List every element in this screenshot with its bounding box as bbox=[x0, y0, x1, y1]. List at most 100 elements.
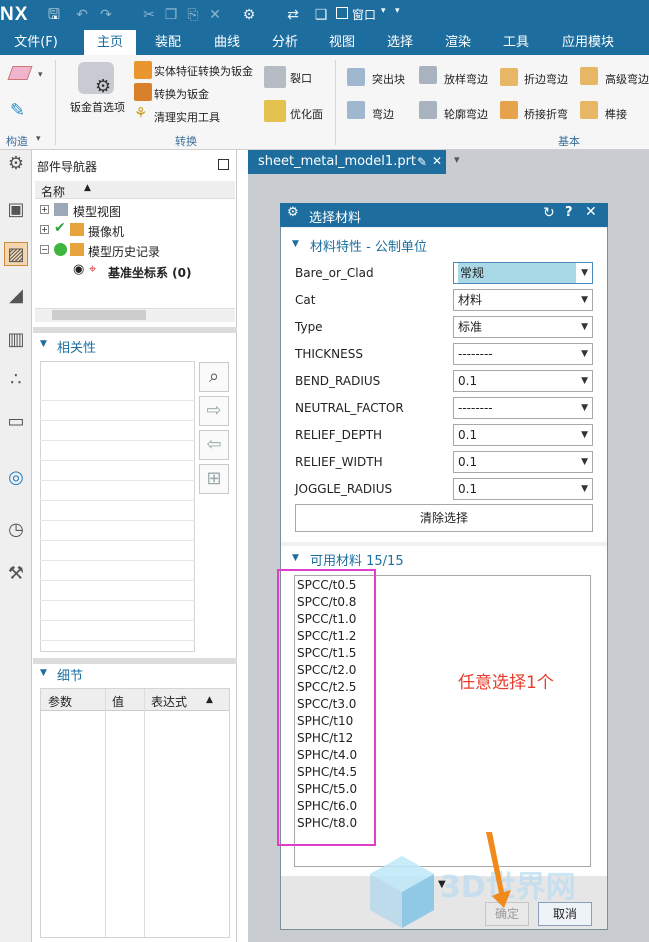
advanced-flange-button[interactable]: 高级弯边 bbox=[605, 71, 649, 87]
menu-application[interactable]: 应用模块 bbox=[553, 30, 623, 55]
window-menu[interactable]: 窗口 bbox=[352, 6, 376, 23]
clear-selection-button[interactable]: 清除选择 bbox=[295, 504, 593, 532]
bare-or-clad-select[interactable]: 常规 ▼ bbox=[453, 262, 593, 284]
relief-depth-select[interactable]: 0.1 ▼ bbox=[453, 424, 593, 446]
collapse-section-icon[interactable]: ▼ bbox=[292, 239, 299, 249]
tab-button[interactable]: 突出块 bbox=[372, 71, 405, 87]
expand-icon[interactable]: + bbox=[40, 225, 49, 234]
tab-icon[interactable] bbox=[347, 68, 365, 86]
convert-solid-button[interactable]: 实体特征转换为钣金 bbox=[154, 63, 253, 79]
sort-up-icon[interactable]: ▲ bbox=[206, 695, 213, 705]
joggle-radius-select[interactable]: 0.1 ▼ bbox=[453, 478, 593, 500]
bend-radius-select[interactable]: 0.1 ▼ bbox=[453, 370, 593, 392]
relevance-section-title[interactable]: 相关性 bbox=[57, 337, 96, 356]
flange-button[interactable]: 弯边 bbox=[372, 106, 394, 122]
panel-splitter[interactable] bbox=[33, 327, 237, 333]
tab-pin-icon[interactable]: ✎ bbox=[417, 155, 427, 169]
bridge-bend-button[interactable]: 桥接折弯 bbox=[524, 106, 568, 122]
collapse-icon[interactable]: − bbox=[40, 245, 49, 254]
details-section-title[interactable]: 细节 bbox=[57, 665, 83, 684]
arrow-right-icon[interactable]: ⇨ bbox=[199, 396, 229, 426]
contour-flange-icon[interactable] bbox=[419, 101, 437, 119]
optimize-face-icon[interactable] bbox=[264, 100, 286, 122]
save-icon[interactable]: 🖫 bbox=[45, 6, 63, 24]
hem-flange-button[interactable]: 折边弯边 bbox=[524, 71, 568, 87]
neutral-factor-select[interactable]: -------- ▼ bbox=[453, 397, 593, 419]
toolbar-overflow-icon[interactable]: ▾ bbox=[395, 6, 400, 16]
copy-icon[interactable]: ❐ bbox=[162, 6, 180, 24]
broom-icon[interactable]: ⚘ bbox=[134, 104, 147, 122]
convert-sheet-button[interactable]: 转换为钣金 bbox=[154, 86, 209, 102]
hd3d-tools-icon[interactable]: ▭ bbox=[4, 410, 28, 434]
menu-analysis[interactable]: 分析 bbox=[260, 30, 310, 55]
history-icon[interactable]: ∴ bbox=[4, 368, 28, 392]
tree-datum-csys[interactable]: 基准坐标系 (0) bbox=[108, 264, 192, 281]
expand-icon[interactable]: + bbox=[40, 205, 49, 214]
menu-curve[interactable]: 曲线 bbox=[202, 30, 252, 55]
expression-column[interactable]: 表达式 bbox=[151, 693, 187, 710]
collapse-section-icon[interactable]: ▼ bbox=[40, 668, 47, 678]
rip-icon[interactable] bbox=[264, 66, 286, 88]
redo-icon[interactable]: ↷ bbox=[97, 6, 115, 24]
collapse-section-icon[interactable]: ▼ bbox=[292, 553, 299, 563]
tenon-icon[interactable] bbox=[580, 101, 598, 119]
panel-splitter[interactable] bbox=[33, 658, 237, 664]
repeat-command-icon[interactable]: ⇄ bbox=[284, 6, 302, 24]
available-section-title[interactable]: 可用材料 15/15 bbox=[310, 550, 404, 569]
search-icon[interactable]: ⌕ bbox=[199, 362, 229, 392]
help-icon[interactable]: ? bbox=[565, 205, 573, 220]
dialog-close-icon[interactable]: ✕ bbox=[585, 204, 597, 220]
menu-assembly[interactable]: 装配 bbox=[143, 30, 193, 55]
arrow-left-icon[interactable]: ⇦ bbox=[199, 430, 229, 460]
window-switch-icon[interactable]: ❑ bbox=[312, 6, 330, 24]
lofted-flange-icon[interactable] bbox=[419, 66, 437, 84]
flange-icon[interactable] bbox=[347, 101, 365, 119]
contour-flange-button[interactable]: 轮廓弯边 bbox=[444, 106, 488, 122]
hem-flange-icon[interactable] bbox=[500, 68, 518, 86]
menu-file[interactable]: 文件(F) bbox=[6, 30, 66, 55]
tenon-button[interactable]: 榫接 bbox=[605, 106, 627, 122]
add-icon[interactable]: ⊞ bbox=[199, 464, 229, 494]
constraint-navigator-icon[interactable]: ◢ bbox=[4, 284, 28, 308]
optimize-face-button[interactable]: 优化面 bbox=[290, 106, 323, 122]
tree-model-views[interactable]: 模型视图 bbox=[73, 203, 121, 220]
reset-icon[interactable]: ↻ bbox=[543, 205, 555, 221]
tab-close-icon[interactable]: ✕ bbox=[432, 154, 442, 168]
bridge-bend-icon[interactable] bbox=[500, 101, 518, 119]
lofted-flange-button[interactable]: 放样弯边 bbox=[444, 71, 488, 87]
group-construct-arrow-icon[interactable]: ▾ bbox=[36, 134, 41, 144]
settings-gear-icon[interactable]: ⚙ bbox=[4, 152, 28, 176]
settings-icon[interactable]: ⚙ bbox=[240, 6, 258, 24]
sketch-dropdown-icon[interactable]: ▾ bbox=[38, 70, 43, 80]
tree-cameras[interactable]: 摄像机 bbox=[88, 223, 124, 240]
advanced-flange-icon[interactable] bbox=[580, 67, 598, 85]
menu-tools[interactable]: 工具 bbox=[491, 30, 541, 55]
menu-home[interactable]: 主页 bbox=[84, 30, 136, 55]
param-column[interactable]: 参数 bbox=[48, 693, 72, 710]
menu-render[interactable]: 渲染 bbox=[433, 30, 483, 55]
sheet-metal-prefs-button[interactable]: 钣金首选项 bbox=[70, 99, 125, 115]
type-select[interactable]: 标准 ▼ bbox=[453, 316, 593, 338]
cleanup-utility-button[interactable]: 清理实用工具 bbox=[154, 109, 220, 125]
tree-model-history[interactable]: 模型历史记录 bbox=[88, 243, 160, 260]
assembly-navigator-icon[interactable]: ▣ bbox=[4, 198, 28, 222]
value-column[interactable]: 值 bbox=[112, 693, 124, 710]
window-dropdown-arrow-icon[interactable]: ▾ bbox=[381, 6, 386, 16]
scrollbar-thumb[interactable] bbox=[52, 310, 146, 320]
collapse-section-icon[interactable]: ▼ bbox=[40, 339, 47, 349]
props-section-title[interactable]: 材料特性 - 公制单位 bbox=[310, 236, 427, 255]
menu-view[interactable]: 视图 bbox=[317, 30, 367, 55]
cut-icon[interactable]: ✂ bbox=[140, 6, 158, 24]
convert-sheet-icon[interactable] bbox=[134, 83, 152, 101]
maximize-icon[interactable] bbox=[218, 159, 229, 170]
undo-icon[interactable]: ↶ bbox=[73, 6, 91, 24]
eye-icon[interactable]: ◉ bbox=[73, 262, 84, 277]
reuse-library-icon[interactable]: ▥ bbox=[4, 328, 28, 352]
web-browser-icon[interactable]: ◎ bbox=[4, 466, 28, 490]
name-column[interactable]: 名称 bbox=[41, 183, 65, 200]
menu-select[interactable]: 选择 bbox=[375, 30, 425, 55]
history-clock-icon[interactable]: ◷ bbox=[4, 518, 28, 542]
thickness-select[interactable]: -------- ▼ bbox=[453, 343, 593, 365]
delete-icon[interactable]: ✕ bbox=[206, 6, 224, 24]
paste-icon[interactable]: ⎘ bbox=[184, 6, 202, 24]
